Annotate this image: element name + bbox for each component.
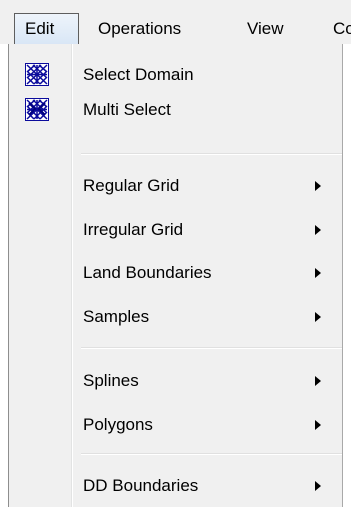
- select-domain-label: Select Domain: [83, 65, 194, 84]
- samples-label: Samples: [83, 307, 150, 326]
- samples-menu-item[interactable]: Samples: [9, 300, 342, 334]
- menu-separator: [81, 153, 342, 155]
- edit-dropdown-menu: Select Domain Multi Select Regular Grid …: [8, 44, 343, 507]
- multi-select-icon: [25, 98, 49, 121]
- dd-boundaries-label: DD Boundaries: [83, 476, 199, 495]
- view-menu[interactable]: View: [247, 14, 284, 44]
- multi-select-menu-item[interactable]: Multi Select: [9, 93, 342, 127]
- operations-menu[interactable]: Operations: [98, 14, 181, 44]
- select-domain-menu-item[interactable]: Select Domain: [9, 58, 342, 92]
- polygons-menu-item[interactable]: Polygons: [9, 408, 342, 442]
- submenu-arrow-icon: [315, 268, 321, 278]
- submenu-arrow-icon: [315, 481, 321, 491]
- submenu-arrow-icon: [315, 225, 321, 235]
- menu-separator: [81, 453, 342, 455]
- edit-menu[interactable]: Edit: [14, 13, 79, 45]
- menu-bar: Edit Operations View Co: [0, 0, 351, 45]
- submenu-arrow-icon: [315, 312, 321, 322]
- submenu-arrow-icon: [315, 420, 321, 430]
- dd-boundaries-menu-item[interactable]: DD Boundaries: [9, 469, 342, 503]
- multi-select-label: Multi Select: [83, 100, 171, 119]
- submenu-arrow-icon: [315, 181, 321, 191]
- land-boundaries-label: Land Boundaries: [83, 263, 212, 282]
- select-domain-icon: [25, 63, 49, 86]
- regular-grid-menu-item[interactable]: Regular Grid: [9, 169, 342, 203]
- submenu-arrow-icon: [315, 376, 321, 386]
- irregular-grid-label: Irregular Grid: [83, 220, 184, 239]
- polygons-label: Polygons: [83, 415, 153, 434]
- irregular-grid-menu-item[interactable]: Irregular Grid: [9, 213, 342, 247]
- menu-separator: [81, 347, 342, 349]
- regular-grid-label: Regular Grid: [83, 176, 180, 195]
- splines-label: Splines: [83, 371, 139, 390]
- partial-menu[interactable]: Co: [333, 14, 351, 44]
- splines-menu-item[interactable]: Splines: [9, 364, 342, 398]
- land-boundaries-menu-item[interactable]: Land Boundaries: [9, 256, 342, 290]
